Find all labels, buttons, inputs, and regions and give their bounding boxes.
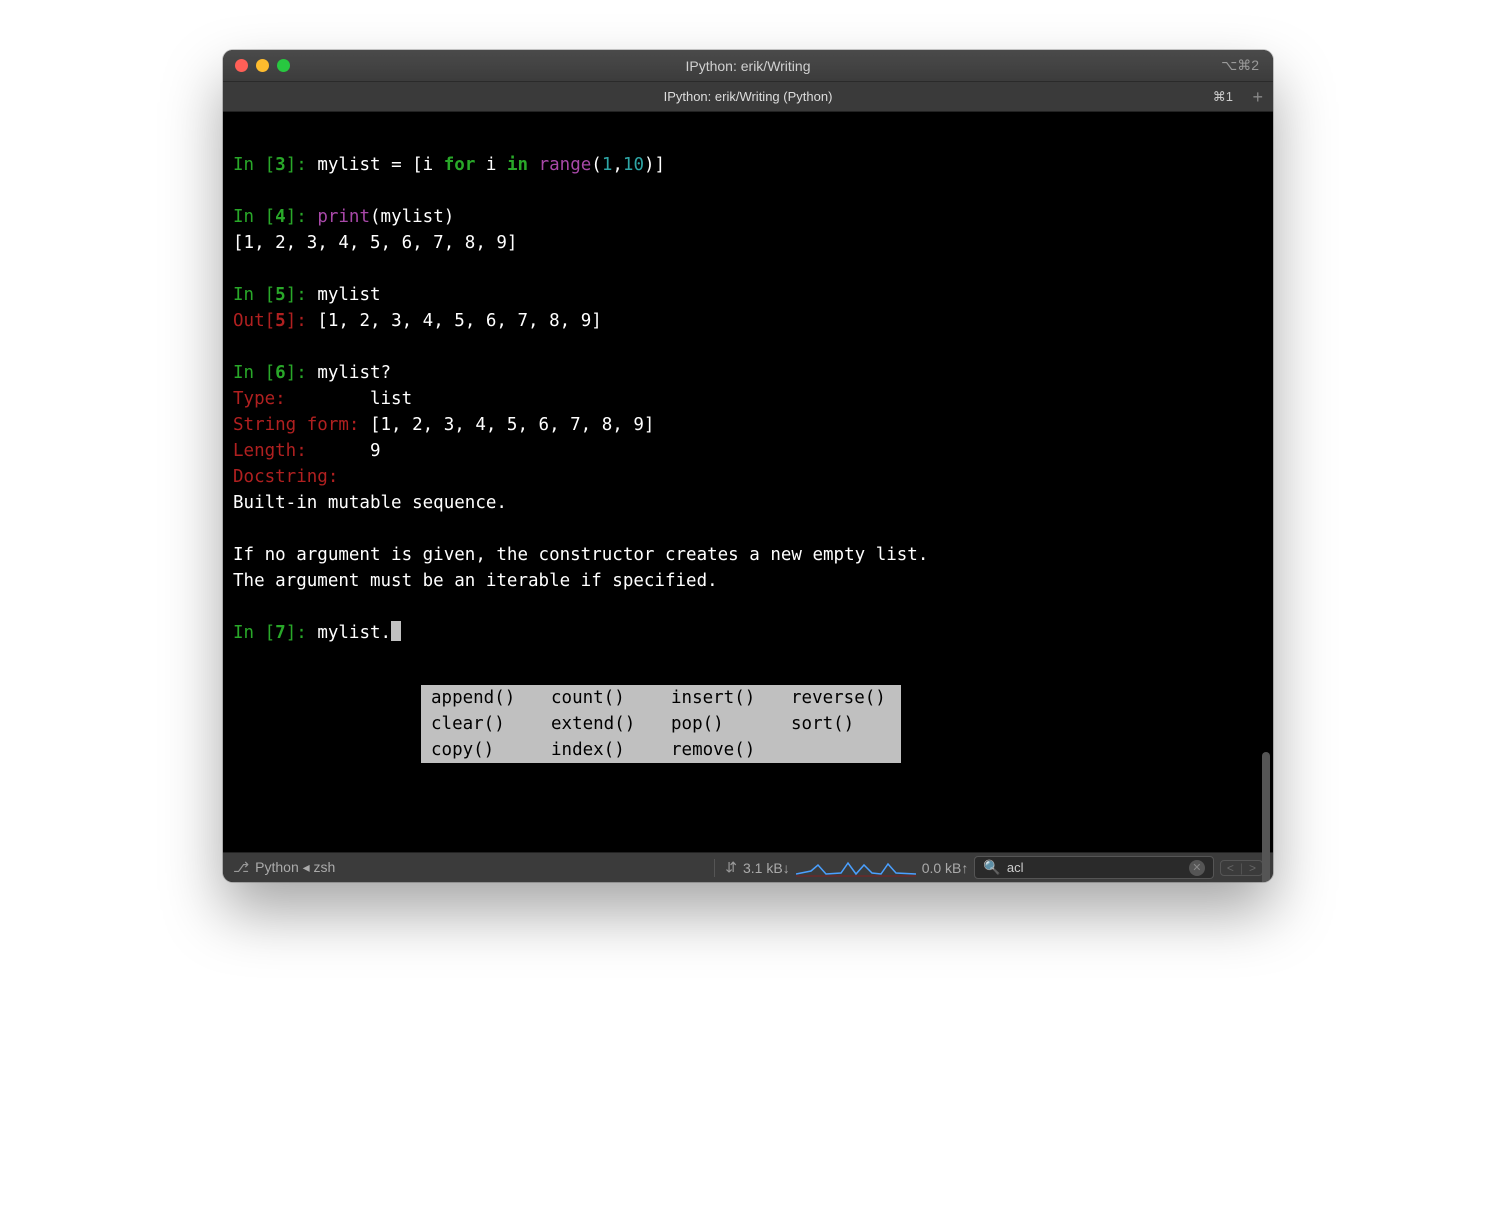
- in-prompt-close: ]:: [286, 623, 318, 643]
- in-prompt: In [: [233, 207, 275, 227]
- help-docstring-label: Docstring:: [233, 467, 338, 487]
- ac-item[interactable]: append(): [421, 685, 541, 711]
- code-text: [528, 155, 539, 175]
- in-num: 4: [275, 207, 286, 227]
- in-prompt-close: ]:: [286, 155, 318, 175]
- in-prompt: In [: [233, 363, 275, 383]
- code-text: mylist.: [317, 623, 391, 643]
- in-num: 6: [275, 363, 286, 383]
- minimize-button[interactable]: [256, 59, 269, 72]
- network-sparkline: [796, 859, 916, 877]
- ac-item[interactable]: extend(): [541, 711, 661, 737]
- in-prompt: In [: [233, 155, 275, 175]
- out-value: [1, 2, 3, 4, 5, 6, 7, 8, 9]: [317, 311, 601, 331]
- network-icon: ⇵: [725, 859, 737, 876]
- ac-item[interactable]: clear(): [421, 711, 541, 737]
- docstring-line: The argument must be an iterable if spec…: [233, 571, 718, 591]
- in-prompt-close: ]:: [286, 285, 318, 305]
- help-type-value: list: [370, 389, 412, 409]
- ac-item[interactable]: [781, 737, 901, 763]
- fn-print: print: [317, 207, 370, 227]
- in-prompt: In [: [233, 285, 275, 305]
- net-up: 0.0 kB↑: [922, 860, 969, 876]
- kw-in: in: [507, 155, 528, 175]
- help-length-label: Length:: [233, 441, 370, 461]
- ac-item[interactable]: insert(): [661, 685, 781, 711]
- code-text: )]: [644, 155, 665, 175]
- branch-icon: ⎇: [233, 859, 249, 876]
- code-text: mylist: [317, 285, 380, 305]
- net-down: 3.1 kB↓: [743, 860, 790, 876]
- out-num: 5: [275, 311, 286, 331]
- fullscreen-button[interactable]: [277, 59, 290, 72]
- out-prompt: Out[: [233, 311, 275, 331]
- ac-item[interactable]: pop(): [661, 711, 781, 737]
- terminal-content[interactable]: In [3]: mylist = [i for i in range(1,10)…: [223, 112, 1273, 852]
- out-prompt-close: ]:: [286, 311, 318, 331]
- statusbar: ⎇ Python ◂ zsh ⇵ 3.1 kB↓ 0.0 kB↑ 🔍 ✕ < |…: [223, 852, 1273, 882]
- tab-active[interactable]: IPython: erik/Writing (Python): [223, 89, 1273, 104]
- window-title: IPython: erik/Writing: [223, 58, 1273, 74]
- ac-item[interactable]: index(): [541, 737, 661, 763]
- code-text: i: [475, 155, 507, 175]
- code-text: ,: [612, 155, 623, 175]
- in-prompt: In [: [233, 623, 275, 643]
- traffic-lights: [223, 59, 290, 72]
- network-monitor: ⇵ 3.1 kB↓ 0.0 kB↑: [714, 859, 968, 877]
- help-strform-value: [1, 2, 3, 4, 5, 6, 7, 8, 9]: [370, 415, 654, 435]
- add-tab-button[interactable]: +: [1252, 88, 1263, 106]
- search-icon: 🔍: [983, 859, 1000, 876]
- kw-for: for: [444, 155, 476, 175]
- in-prompt-close: ]:: [286, 363, 318, 383]
- docstring-line: Built-in mutable sequence.: [233, 493, 507, 513]
- ac-item[interactable]: reverse(): [781, 685, 901, 711]
- in-num: 7: [275, 623, 286, 643]
- code-text: mylist = [i: [317, 155, 443, 175]
- window-shortcut: ⌥⌘2: [1221, 57, 1259, 74]
- num-literal: 10: [623, 155, 644, 175]
- search-prev-button[interactable]: <: [1224, 861, 1237, 875]
- ac-item[interactable]: remove(): [661, 737, 781, 763]
- in-num: 5: [275, 285, 286, 305]
- scrollbar-thumb[interactable]: [1262, 752, 1270, 882]
- code-text: (mylist): [370, 207, 454, 227]
- in-num: 3: [275, 155, 286, 175]
- close-button[interactable]: [235, 59, 248, 72]
- ac-item[interactable]: copy(): [421, 737, 541, 763]
- fn-range: range: [539, 155, 592, 175]
- in-prompt-close: ]:: [286, 207, 318, 227]
- code-text: (: [591, 155, 602, 175]
- autocomplete-popup[interactable]: append()count()insert()reverse() clear()e…: [421, 685, 901, 763]
- ac-item[interactable]: sort(): [781, 711, 901, 737]
- process-path[interactable]: Python ◂ zsh: [255, 859, 335, 876]
- search-input[interactable]: [1007, 860, 1183, 875]
- stdout: [1, 2, 3, 4, 5, 6, 7, 8, 9]: [233, 233, 517, 253]
- clear-search-button[interactable]: ✕: [1189, 860, 1205, 876]
- code-text: mylist?: [317, 363, 391, 383]
- ac-item[interactable]: count(): [541, 685, 661, 711]
- search-next-button[interactable]: >: [1246, 861, 1259, 875]
- terminal-window: IPython: erik/Writing ⌥⌘2 IPython: erik/…: [223, 50, 1273, 882]
- text-cursor: [391, 621, 401, 641]
- num-literal: 1: [602, 155, 613, 175]
- help-type-label: Type:: [233, 389, 370, 409]
- tab-shortcut: ⌘1: [1213, 89, 1233, 105]
- help-strform-label: String form:: [233, 415, 370, 435]
- tabbar: IPython: erik/Writing (Python) ⌘1 +: [223, 82, 1273, 112]
- help-length-value: 9: [370, 441, 381, 461]
- statusbar-search[interactable]: 🔍 ✕: [974, 856, 1213, 879]
- docstring-line: If no argument is given, the constructor…: [233, 545, 928, 565]
- search-nav: < | >: [1220, 860, 1263, 876]
- titlebar: IPython: erik/Writing ⌥⌘2: [223, 50, 1273, 82]
